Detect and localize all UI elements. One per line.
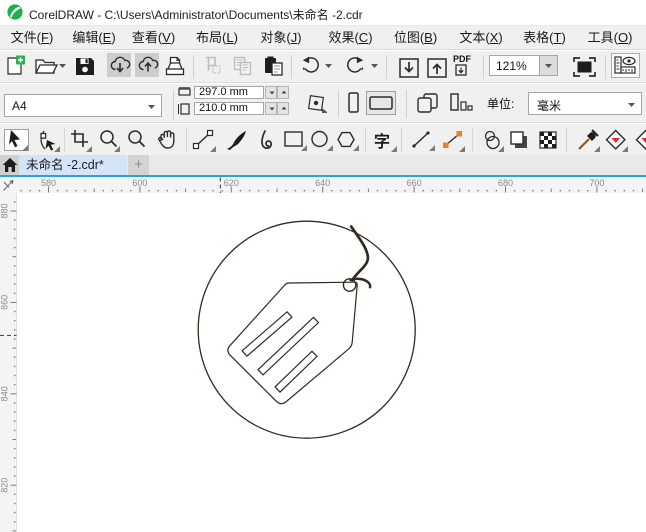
svg-text:840: 840 xyxy=(0,386,10,401)
svg-text:820: 820 xyxy=(0,478,10,493)
svg-text:860: 860 xyxy=(0,295,10,310)
svg-text:880: 880 xyxy=(0,203,10,218)
